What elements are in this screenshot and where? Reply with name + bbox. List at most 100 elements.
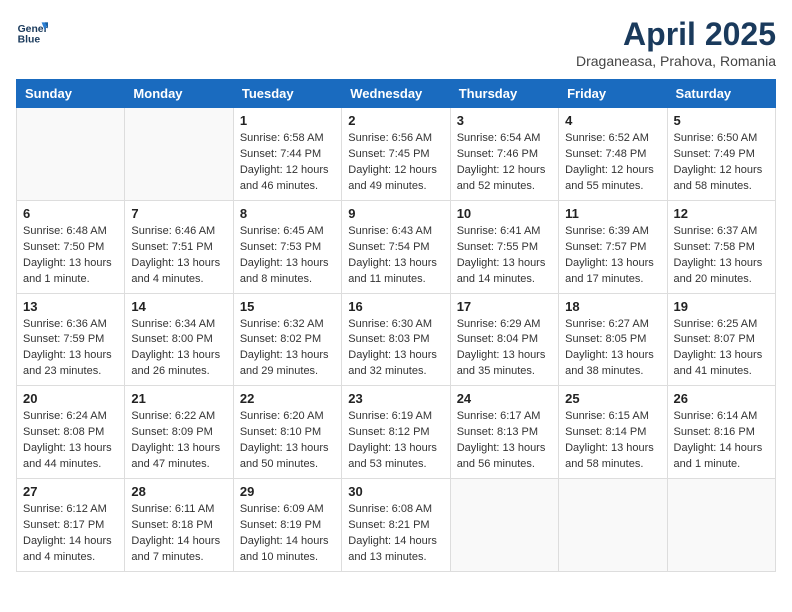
day-number: 27 — [23, 484, 118, 499]
calendar-cell: 10 Sunrise: 6:41 AM Sunset: 7:55 PM Dayli… — [450, 200, 558, 293]
day-info: Sunrise: 6:37 AM Sunset: 7:58 PM Dayligh… — [674, 224, 769, 288]
calendar-cell: 17Sunrise: 6:29 AM Sunset: 8:04 PM Dayli… — [450, 293, 558, 386]
col-saturday: Saturday — [667, 80, 775, 108]
col-wednesday: Wednesday — [342, 80, 450, 108]
calendar-cell: 3Sunrise: 6:54 AM Sunset: 7:46 PM Daylig… — [450, 108, 558, 201]
day-info: Sunrise: 6:09 AM Sunset: 8:19 PM Dayligh… — [240, 502, 335, 566]
calendar-cell: 25Sunrise: 6:15 AM Sunset: 8:14 PM Dayli… — [559, 386, 667, 479]
day-number: 5 — [674, 113, 769, 128]
day-info: Sunrise: 6:36 AM Sunset: 7:59 PM Dayligh… — [23, 317, 118, 381]
day-number: 22 — [240, 391, 335, 406]
calendar-table: Sunday Monday Tuesday Wednesday Thursday… — [16, 79, 776, 572]
calendar-cell: 24 Sunrise: 6:17 AM Sunset: 8:13 PM Dayli… — [450, 386, 558, 479]
day-number: 8 — [240, 206, 335, 221]
day-info: Sunrise: 6:19 AM Sunset: 8:12 PM Dayligh… — [348, 409, 443, 473]
day-info: Sunrise: 6:41 AM Sunset: 7:55 PM Dayligh… — [457, 224, 552, 288]
calendar-cell: 2 Sunrise: 6:56 AM Sunset: 7:45 PM Daylig… — [342, 108, 450, 201]
calendar-cell: 27 Sunrise: 6:12 AM Sunset: 8:17 PM Dayli… — [17, 479, 125, 572]
day-number: 19 — [674, 299, 769, 314]
day-number: 28 — [131, 484, 226, 499]
day-info: Sunrise: 6:50 AM Sunset: 7:49 PM Dayligh… — [674, 131, 769, 195]
calendar-cell — [450, 479, 558, 572]
week-row-2: 6Sunrise: 6:48 AM Sunset: 7:50 PM Daylig… — [17, 200, 776, 293]
day-info: Sunrise: 6:25 AM Sunset: 8:07 PM Dayligh… — [674, 317, 769, 381]
calendar-cell: 12 Sunrise: 6:37 AM Sunset: 7:58 PM Dayli… — [667, 200, 775, 293]
week-row-3: 13 Sunrise: 6:36 AM Sunset: 7:59 PM Dayli… — [17, 293, 776, 386]
week-row-5: 27 Sunrise: 6:12 AM Sunset: 8:17 PM Dayli… — [17, 479, 776, 572]
day-number: 26 — [674, 391, 769, 406]
day-number: 18 — [565, 299, 660, 314]
calendar-cell: 20 Sunrise: 6:24 AM Sunset: 8:08 PM Dayli… — [17, 386, 125, 479]
day-info: Sunrise: 6:46 AM Sunset: 7:51 PM Dayligh… — [131, 224, 226, 288]
calendar-cell: 11 Sunrise: 6:39 AM Sunset: 7:57 PM Dayli… — [559, 200, 667, 293]
day-number: 6 — [23, 206, 118, 221]
day-info: Sunrise: 6:27 AM Sunset: 8:05 PM Dayligh… — [565, 317, 660, 381]
day-number: 17 — [457, 299, 552, 314]
day-info: Sunrise: 6:58 AM Sunset: 7:44 PM Dayligh… — [240, 131, 335, 195]
day-info: Sunrise: 6:45 AM Sunset: 7:53 PM Dayligh… — [240, 224, 335, 288]
day-info: Sunrise: 6:17 AM Sunset: 8:13 PM Dayligh… — [457, 409, 552, 473]
day-number: 24 — [457, 391, 552, 406]
calendar-cell: 7 Sunrise: 6:46 AM Sunset: 7:51 PM Daylig… — [125, 200, 233, 293]
calendar-cell: 16Sunrise: 6:30 AM Sunset: 8:03 PM Dayli… — [342, 293, 450, 386]
calendar-cell: 15Sunrise: 6:32 AM Sunset: 8:02 PM Dayli… — [233, 293, 341, 386]
day-number: 10 — [457, 206, 552, 221]
day-number: 25 — [565, 391, 660, 406]
calendar-cell: 21Sunrise: 6:22 AM Sunset: 8:09 PM Dayli… — [125, 386, 233, 479]
day-info: Sunrise: 6:12 AM Sunset: 8:17 PM Dayligh… — [23, 502, 118, 566]
col-thursday: Thursday — [450, 80, 558, 108]
day-number: 13 — [23, 299, 118, 314]
calendar-cell — [17, 108, 125, 201]
calendar-cell — [125, 108, 233, 201]
calendar-cell: 22 Sunrise: 6:20 AM Sunset: 8:10 PM Dayli… — [233, 386, 341, 479]
calendar-cell: 30Sunrise: 6:08 AM Sunset: 8:21 PM Dayli… — [342, 479, 450, 572]
day-number: 12 — [674, 206, 769, 221]
day-number: 1 — [240, 113, 335, 128]
day-info: Sunrise: 6:52 AM Sunset: 7:48 PM Dayligh… — [565, 131, 660, 195]
day-number: 4 — [565, 113, 660, 128]
day-number: 14 — [131, 299, 226, 314]
calendar-cell: 18 Sunrise: 6:27 AM Sunset: 8:05 PM Dayli… — [559, 293, 667, 386]
calendar-cell — [559, 479, 667, 572]
col-friday: Friday — [559, 80, 667, 108]
day-number: 30 — [348, 484, 443, 499]
calendar-cell: 23 Sunrise: 6:19 AM Sunset: 8:12 PM Dayli… — [342, 386, 450, 479]
calendar-cell: 8 Sunrise: 6:45 AM Sunset: 7:53 PM Daylig… — [233, 200, 341, 293]
day-number: 7 — [131, 206, 226, 221]
calendar-cell: 19 Sunrise: 6:25 AM Sunset: 8:07 PM Dayli… — [667, 293, 775, 386]
logo-icon: General Blue — [16, 16, 48, 48]
day-info: Sunrise: 6:56 AM Sunset: 7:45 PM Dayligh… — [348, 131, 443, 195]
calendar-cell: 29 Sunrise: 6:09 AM Sunset: 8:19 PM Dayli… — [233, 479, 341, 572]
day-info: Sunrise: 6:54 AM Sunset: 7:46 PM Dayligh… — [457, 131, 552, 195]
day-info: Sunrise: 6:32 AM Sunset: 8:02 PM Dayligh… — [240, 317, 335, 381]
day-number: 23 — [348, 391, 443, 406]
day-info: Sunrise: 6:34 AM Sunset: 8:00 PM Dayligh… — [131, 317, 226, 381]
calendar-cell — [667, 479, 775, 572]
calendar-cell: 28 Sunrise: 6:11 AM Sunset: 8:18 PM Dayli… — [125, 479, 233, 572]
logo: General Blue — [16, 16, 48, 48]
calendar-cell: 1 Sunrise: 6:58 AM Sunset: 7:44 PM Daylig… — [233, 108, 341, 201]
col-tuesday: Tuesday — [233, 80, 341, 108]
month-title: April 2025 — [576, 16, 776, 53]
calendar-header-row: Sunday Monday Tuesday Wednesday Thursday… — [17, 80, 776, 108]
week-row-1: 1 Sunrise: 6:58 AM Sunset: 7:44 PM Daylig… — [17, 108, 776, 201]
day-info: Sunrise: 6:14 AM Sunset: 8:16 PM Dayligh… — [674, 409, 769, 473]
title-block: April 2025 Draganeasa, Prahova, Romania — [576, 16, 776, 69]
day-info: Sunrise: 6:11 AM Sunset: 8:18 PM Dayligh… — [131, 502, 226, 566]
calendar-cell: 13 Sunrise: 6:36 AM Sunset: 7:59 PM Dayli… — [17, 293, 125, 386]
col-monday: Monday — [125, 80, 233, 108]
day-number: 21 — [131, 391, 226, 406]
day-number: 20 — [23, 391, 118, 406]
day-info: Sunrise: 6:24 AM Sunset: 8:08 PM Dayligh… — [23, 409, 118, 473]
day-number: 29 — [240, 484, 335, 499]
day-info: Sunrise: 6:30 AM Sunset: 8:03 PM Dayligh… — [348, 317, 443, 381]
week-row-4: 20 Sunrise: 6:24 AM Sunset: 8:08 PM Dayli… — [17, 386, 776, 479]
day-number: 11 — [565, 206, 660, 221]
calendar-cell: 5 Sunrise: 6:50 AM Sunset: 7:49 PM Daylig… — [667, 108, 775, 201]
day-number: 2 — [348, 113, 443, 128]
calendar-cell: 14 Sunrise: 6:34 AM Sunset: 8:00 PM Dayli… — [125, 293, 233, 386]
calendar-cell: 26 Sunrise: 6:14 AM Sunset: 8:16 PM Dayli… — [667, 386, 775, 479]
day-info: Sunrise: 6:39 AM Sunset: 7:57 PM Dayligh… — [565, 224, 660, 288]
svg-text:Blue: Blue — [18, 34, 41, 45]
day-info: Sunrise: 6:20 AM Sunset: 8:10 PM Dayligh… — [240, 409, 335, 473]
